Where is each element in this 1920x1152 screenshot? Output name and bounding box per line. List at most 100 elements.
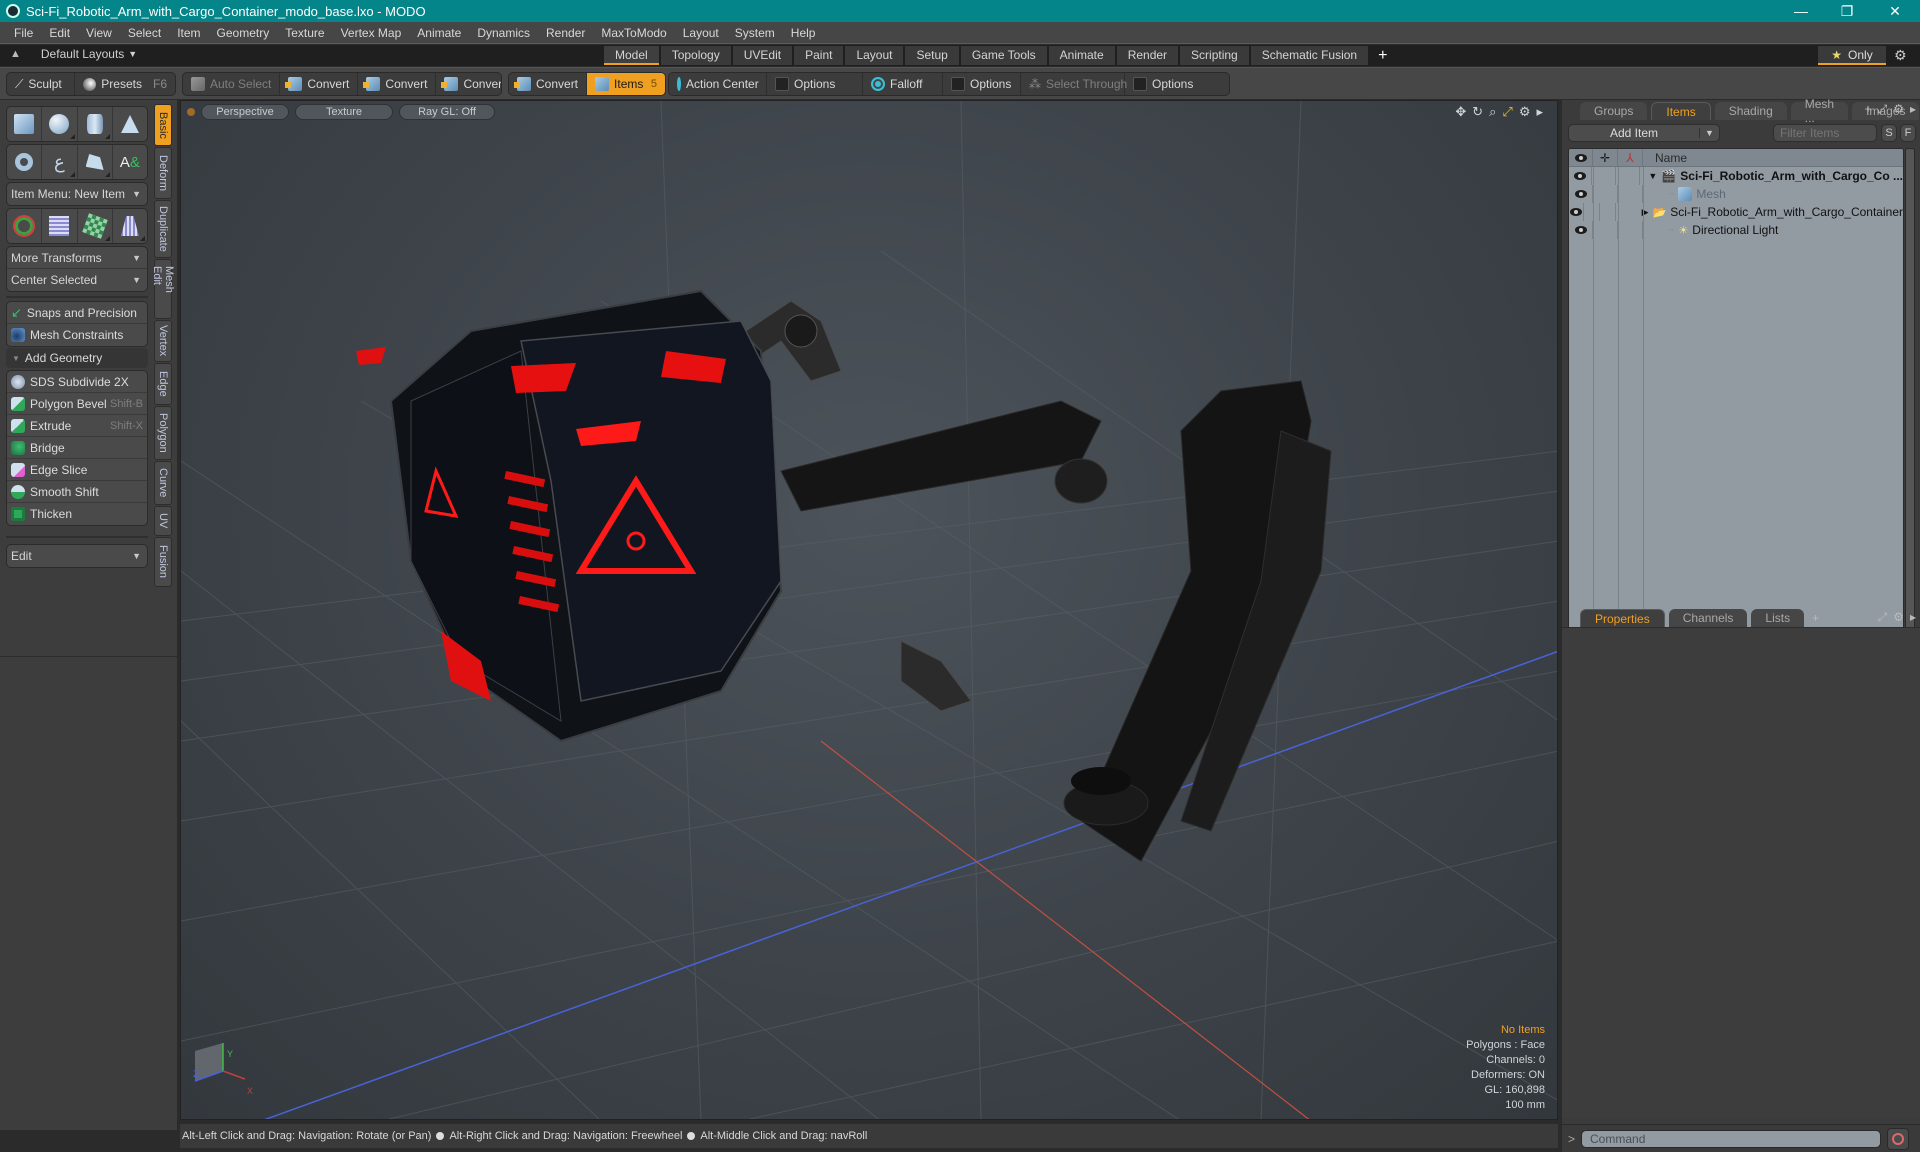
viewport-menu-dot[interactable] [187,108,195,116]
tab-mesh[interactable]: Mesh ... [1790,97,1849,125]
menu-animate[interactable]: Animate [409,26,469,40]
add-tab-icon[interactable]: + [1812,611,1819,625]
sculpt-button[interactable]: ⟋ Sculpt [7,73,76,95]
menu-texture[interactable]: Texture [277,26,332,40]
add-geometry-header[interactable]: ▼ Add Geometry [6,348,148,368]
thicken-button[interactable]: Thicken [7,503,147,525]
collapse-up-icon[interactable]: ▲ [10,48,21,60]
gear-icon[interactable]: ⚙ [1894,47,1907,64]
tree-row-mesh[interactable]: ┈ Mesh [1569,185,1903,203]
menu-system[interactable]: System [727,26,783,40]
cube-tool[interactable] [7,107,43,141]
center-selected-dropdown[interactable]: Center Selected ▼ [7,269,147,291]
vtab-curve[interactable]: Curve [154,461,172,505]
action-center-button[interactable]: Action Center [669,73,767,95]
presets-button[interactable]: Presets F6 [75,73,175,95]
tab-properties[interactable]: Properties [1580,609,1665,627]
maximize-panel-icon[interactable]: ⤢ [1878,610,1888,625]
uv-checker-tool[interactable] [78,209,113,243]
layout-tab-animate[interactable]: Animate [1048,46,1115,65]
tree-row-scene[interactable]: ▼ 🎬 Sci-Fi_Robotic_Arm_with_Cargo_Co ... [1569,167,1903,185]
filter-f-button[interactable]: F [1900,124,1916,142]
mesh-constraints-button[interactable]: Mesh Constraints [7,324,147,346]
menu-layout[interactable]: Layout [675,26,727,40]
vtab-deform[interactable]: Deform [154,147,172,199]
taper-tool[interactable] [113,209,147,243]
3d-viewport[interactable]: Y Z X Perspective Texture Ray GL: Off ✥ … [180,100,1558,1120]
panel-gear-icon[interactable]: ⚙ [1893,610,1904,625]
tab-shading[interactable]: Shading [1714,102,1787,120]
extrude-button[interactable]: Extrude Shift-X [7,415,147,437]
layout-tab-render[interactable]: Render [1116,46,1179,65]
menu-render[interactable]: Render [538,26,593,40]
layout-tab-setup[interactable]: Setup [905,46,959,65]
raygl-toggle[interactable]: Ray GL: Off [399,104,495,120]
convert-vertices-button[interactable]: Convert [280,73,359,95]
add-layout-tab-button[interactable]: + [1370,46,1395,66]
vtab-vertex[interactable]: Vertex [154,320,172,362]
menu-file[interactable]: File [6,26,41,40]
view-type-button[interactable]: Perspective [201,104,289,120]
visibility-eye-icon[interactable] [1574,172,1587,180]
vtab-mesh-edit[interactable]: Mesh Edit [151,259,175,319]
edit-dropdown[interactable]: Edit ▼ [7,545,147,567]
expand-arrow-icon[interactable]: ▼ [1648,171,1657,181]
select-through-button[interactable]: ⁂ Select Through [1021,73,1127,95]
cylinder-tool[interactable] [78,107,113,141]
deform-lattice-tool[interactable] [42,209,78,243]
menu-geometry[interactable]: Geometry [209,26,278,40]
vtab-polygon[interactable]: Polygon [154,406,172,460]
tree-row-light[interactable]: ┈ ☀ Directional Light [1569,221,1903,239]
tree-vertical-scrollbar[interactable] [1905,148,1915,678]
visibility-eye-icon[interactable] [1574,190,1587,198]
layout-tab-schematic-fusion[interactable]: Schematic Fusion [1250,46,1369,65]
smooth-shift-button[interactable]: Smooth Shift [7,481,147,503]
menu-select[interactable]: Select [120,26,169,40]
layout-tab-game-tools[interactable]: Game Tools [960,46,1047,65]
falloff-options-button[interactable]: Options [943,73,1021,95]
cone-tool[interactable] [113,107,147,141]
menu-vertex-map[interactable]: Vertex Map [333,26,410,40]
vtab-fusion[interactable]: Fusion [154,537,172,587]
convert-polygons-button[interactable]: Convert [436,73,501,95]
viewport-expand-arrow-icon[interactable]: ▸ [1536,104,1543,120]
layout-tab-scripting[interactable]: Scripting [1180,46,1249,65]
tab-lists[interactable]: Lists [1751,609,1805,627]
more-transforms-dropdown[interactable]: More Transforms ▼ [7,247,147,269]
panel-arrow-icon[interactable]: ▸ [1910,102,1916,117]
panel-arrow-icon[interactable]: ▸ [1910,610,1916,625]
falloff-button[interactable]: Falloff [863,73,943,95]
pan-icon[interactable]: ✥ [1455,104,1466,120]
minimize-button[interactable]: — [1778,0,1824,22]
layouts-dropdown[interactable]: ▲ Default Layouts ▼ [10,47,137,61]
text-tool[interactable]: A& [113,145,147,179]
lock-column-icon[interactable]: ✛ [1593,149,1618,166]
command-input[interactable] [1581,1129,1882,1148]
add-item-dropdown[interactable]: Add Item ▼ [1568,124,1720,142]
layout-tab-paint[interactable]: Paint [794,46,844,65]
sds-subdivide-button[interactable]: SDS Subdivide 2X [7,371,147,393]
snaps-and-precision-button[interactable]: ↙ Snaps and Precision [7,302,147,324]
convert-edges-button[interactable]: Convert [358,73,437,95]
filter-items-input[interactable] [1773,124,1877,142]
layout-tab-uvedit[interactable]: UVEdit [732,46,793,65]
sphere-tool[interactable] [42,107,78,141]
item-menu-dropdown[interactable]: Item Menu: New Item ▼ [7,183,147,205]
tab-items[interactable]: Items [1651,102,1711,120]
record-macro-button[interactable] [1887,1127,1910,1150]
layout-tab-layout[interactable]: Layout [845,46,904,65]
tab-groups[interactable]: Groups [1580,102,1648,120]
polygon-bevel-button[interactable]: Polygon Bevel Shift-B [7,393,147,415]
menu-dynamics[interactable]: Dynamics [469,26,538,40]
axis-column-icon[interactable]: ⅄ [1618,149,1643,166]
vtab-edge[interactable]: Edge [154,363,172,405]
name-column-header[interactable]: Name [1643,151,1687,165]
shading-mode-button[interactable]: Texture [295,104,393,120]
filter-s-button[interactable]: S [1881,124,1897,142]
select-through-options-button[interactable]: Options [1125,73,1229,95]
maximize-panel-icon[interactable]: ⤢ [1878,102,1888,117]
zoom-icon[interactable]: ⌕ [1489,104,1496,120]
items-mode-button[interactable]: Items 5 [587,73,665,95]
visibility-eye-icon[interactable] [1574,226,1587,234]
layout-tab-model[interactable]: Model [604,46,659,65]
